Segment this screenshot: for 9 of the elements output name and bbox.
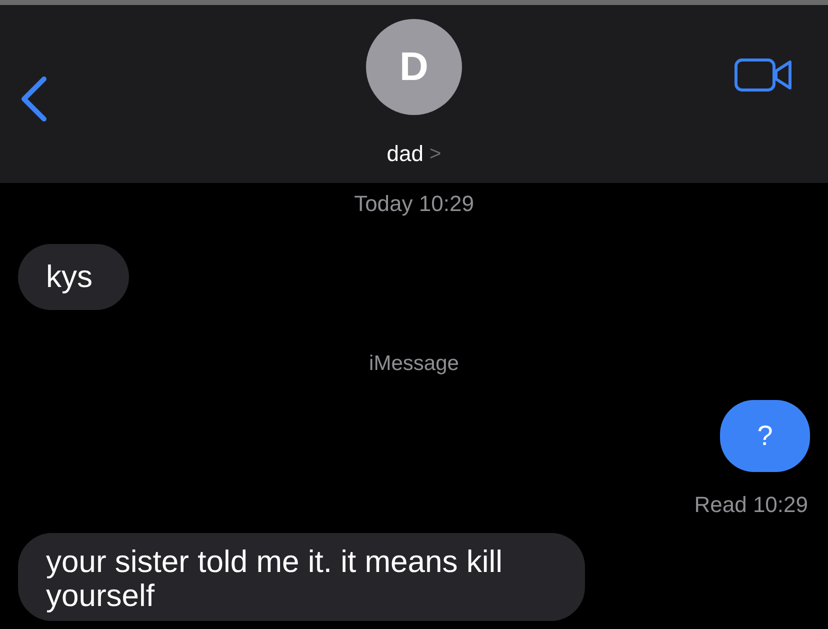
contact-name[interactable]: dad bbox=[386, 137, 424, 170]
received-message: kys bbox=[18, 244, 128, 310]
service-label: iMessage bbox=[369, 351, 459, 377]
video-camera-icon[interactable] bbox=[734, 57, 794, 93]
read-receipt: Read 10:29 bbox=[694, 490, 808, 518]
received-message: your sister told me it. it means kill yourself bbox=[18, 532, 585, 620]
timestamp: Today 10:29 bbox=[354, 190, 474, 218]
sent-message: ? bbox=[720, 400, 810, 472]
chevron-icon: > bbox=[430, 138, 442, 168]
